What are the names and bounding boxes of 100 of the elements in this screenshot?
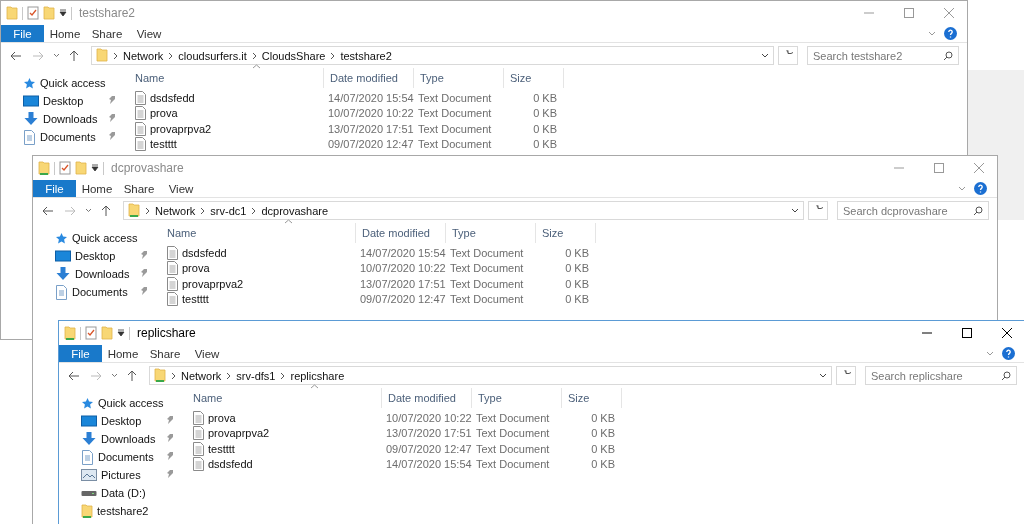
- file-name[interactable]: provaprpva2: [187, 426, 381, 441]
- sidebar-item[interactable]: Desktop: [33, 247, 155, 265]
- file-name[interactable]: dsdsfedd: [187, 457, 381, 472]
- file-tab[interactable]: File: [33, 180, 76, 197]
- sidebar-item[interactable]: Quick access: [33, 229, 155, 247]
- sidebar-item[interactable]: Downloads: [59, 430, 181, 448]
- back-arrow-icon[interactable]: [68, 370, 80, 381]
- file-name[interactable]: provaprpva2: [129, 121, 323, 136]
- expand-ribbon-icon[interactable]: [958, 185, 966, 192]
- dropdown-icon[interactable]: [819, 372, 827, 379]
- file-name[interactable]: prova: [187, 410, 381, 425]
- expand-ribbon-icon[interactable]: [986, 350, 994, 357]
- back-arrow-icon[interactable]: [42, 205, 54, 216]
- column-header[interactable]: Name: [161, 223, 355, 243]
- address-bar[interactable]: Network srv-dc1 dcprovashare: [123, 201, 804, 220]
- refresh-button[interactable]: [836, 366, 856, 385]
- pin-icon[interactable]: [141, 287, 148, 295]
- ribbon-tab[interactable]: Share: [144, 345, 186, 362]
- pin-icon[interactable]: [141, 251, 148, 259]
- file-name[interactable]: dsdsfedd: [129, 90, 323, 105]
- sidebar-item[interactable]: Documents: [59, 448, 181, 466]
- ribbon-tab[interactable]: Home: [76, 180, 118, 197]
- breadcrumb[interactable]: testshare2: [340, 49, 392, 62]
- sidebar-item[interactable]: Downloads: [1, 110, 123, 128]
- refresh-button[interactable]: [778, 46, 798, 65]
- sidebar-item[interactable]: Data (D:): [59, 484, 181, 502]
- search-field[interactable]: Search testshare2: [807, 46, 959, 65]
- file-name[interactable]: testttt: [129, 137, 323, 152]
- column-header[interactable]: Date modified: [355, 223, 445, 243]
- sidebar-item[interactable]: Documents: [33, 283, 155, 301]
- file-name[interactable]: testttt: [187, 441, 381, 456]
- breadcrumb[interactable]: srv-dc1: [210, 204, 247, 217]
- sidebar-item[interactable]: Desktop: [1, 92, 123, 110]
- breadcrumb[interactable]: Network: [123, 49, 164, 62]
- chevron-down-icon[interactable]: [52, 53, 60, 58]
- breadcrumb[interactable]: dcprovashare: [261, 204, 329, 217]
- sidebar-item[interactable]: testshare2: [59, 502, 181, 520]
- column-header[interactable]: Type: [471, 388, 561, 408]
- ribbon-tab[interactable]: View: [186, 345, 228, 362]
- pin-icon[interactable]: [167, 416, 174, 424]
- file-tab[interactable]: File: [1, 25, 44, 42]
- pin-icon[interactable]: [167, 434, 174, 442]
- chevron-down-icon[interactable]: [84, 208, 92, 213]
- sidebar-item[interactable]: Downloads: [33, 265, 155, 283]
- ribbon-tab[interactable]: View: [128, 25, 170, 42]
- ribbon-tab[interactable]: Share: [118, 180, 160, 197]
- breadcrumb[interactable]: Network: [155, 204, 196, 217]
- properties-icon[interactable]: [85, 326, 97, 340]
- pin-icon[interactable]: [109, 96, 116, 104]
- pin-icon[interactable]: [167, 452, 174, 460]
- breadcrumb[interactable]: replicshare: [290, 369, 345, 382]
- pin-icon[interactable]: [109, 132, 116, 140]
- chevron-down-icon[interactable]: [110, 373, 118, 378]
- refresh-button[interactable]: [808, 201, 828, 220]
- search-field[interactable]: Search replicshare: [865, 366, 1017, 385]
- column-header[interactable]: Type: [445, 223, 535, 243]
- breadcrumb[interactable]: cloudsurfers.it: [178, 49, 247, 62]
- properties-icon[interactable]: [27, 6, 39, 20]
- dropdown-icon[interactable]: [761, 52, 769, 59]
- help-icon[interactable]: [974, 182, 987, 195]
- file-name[interactable]: dsdsfedd: [161, 245, 355, 260]
- back-arrow-icon[interactable]: [10, 50, 22, 61]
- breadcrumb[interactable]: CloudsShare: [261, 49, 326, 62]
- dropdown-icon[interactable]: [59, 9, 67, 17]
- help-icon[interactable]: [944, 27, 957, 40]
- up-arrow-icon[interactable]: [101, 204, 111, 217]
- properties-icon[interactable]: [59, 161, 71, 175]
- column-header[interactable]: Name: [129, 68, 323, 88]
- sidebar-item[interactable]: Quick access: [1, 74, 123, 92]
- sidebar-item[interactable]: Documents: [1, 128, 123, 146]
- dropdown-icon[interactable]: [791, 207, 799, 214]
- pin-icon[interactable]: [167, 470, 174, 478]
- maximize-icon[interactable]: [962, 328, 972, 338]
- pin-icon[interactable]: [141, 269, 148, 277]
- close-icon[interactable]: [1002, 328, 1012, 338]
- up-arrow-icon[interactable]: [69, 49, 79, 62]
- ribbon-tab[interactable]: Home: [102, 345, 144, 362]
- column-header[interactable]: Name: [187, 388, 381, 408]
- help-icon[interactable]: [1002, 347, 1015, 360]
- dropdown-icon[interactable]: [91, 164, 99, 172]
- file-name[interactable]: provaprpva2: [161, 276, 355, 291]
- file-name[interactable]: testttt: [161, 292, 355, 307]
- column-header[interactable]: Type: [413, 68, 503, 88]
- sidebar-item[interactable]: Pictures: [59, 466, 181, 484]
- dropdown-icon[interactable]: [117, 329, 125, 337]
- sidebar-item[interactable]: Desktop: [59, 412, 181, 430]
- breadcrumb[interactable]: Network: [181, 369, 222, 382]
- up-arrow-icon[interactable]: [127, 369, 137, 382]
- search-field[interactable]: Search dcprovashare: [837, 201, 989, 220]
- file-name[interactable]: prova: [129, 106, 323, 121]
- expand-ribbon-icon[interactable]: [928, 30, 936, 37]
- file-name[interactable]: prova: [161, 261, 355, 276]
- breadcrumb[interactable]: srv-dfs1: [236, 369, 276, 382]
- sidebar-item[interactable]: Quick access: [59, 394, 181, 412]
- address-bar[interactable]: Network srv-dfs1 replicshare: [149, 366, 832, 385]
- file-tab[interactable]: File: [59, 345, 102, 362]
- ribbon-tab[interactable]: Share: [86, 25, 128, 42]
- ribbon-tab[interactable]: Home: [44, 25, 86, 42]
- address-bar[interactable]: Network cloudsurfers.it CloudsShare testshare2: [91, 46, 774, 65]
- pin-icon[interactable]: [109, 114, 116, 122]
